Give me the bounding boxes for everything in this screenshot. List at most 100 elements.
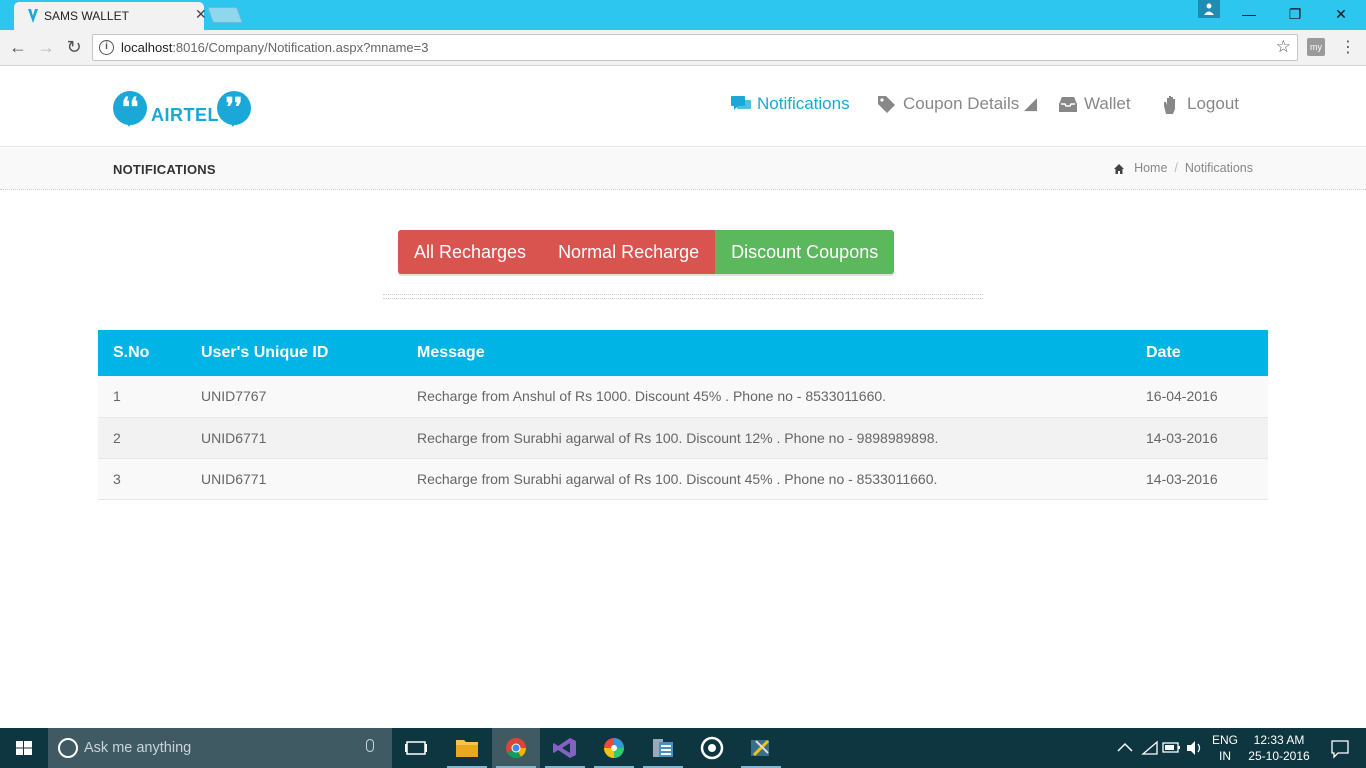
new-tab-button[interactable]: [207, 7, 243, 23]
breadcrumb-separator: /: [1174, 161, 1178, 175]
url-path: :8016/Company/Notification.aspx?mname=3: [172, 40, 429, 55]
nav-wallet[interactable]: Wallet: [1058, 94, 1131, 114]
file-explorer-button[interactable]: [443, 728, 491, 768]
table-row: 1 UNID7767 Recharge from Anshul of Rs 10…: [98, 376, 1268, 418]
hand-icon: [1161, 95, 1181, 114]
chat-bubbles-icon: [731, 95, 751, 113]
discount-coupons-button[interactable]: Discount Coupons: [715, 230, 895, 274]
chrome-icon: [506, 738, 527, 759]
breadcrumb-bar: NOTIFICATIONS Home / Notifications: [0, 148, 1366, 190]
browser-menu-icon[interactable]: ⋮: [1340, 37, 1356, 57]
nav-wallet-label: Wallet: [1084, 94, 1131, 113]
all-recharges-button[interactable]: All Recharges: [398, 230, 543, 274]
visual-studio-icon: [553, 738, 576, 758]
microphone-icon[interactable]: [366, 739, 374, 752]
server-app-button[interactable]: [639, 728, 687, 768]
column-header-date: Date: [1131, 330, 1268, 376]
task-view-button[interactable]: [392, 728, 440, 768]
column-header-unique-id: User's Unique ID: [186, 330, 402, 376]
site-favicon-icon: [28, 9, 38, 23]
folder-icon: [456, 740, 478, 757]
chrome-taskbar-button[interactable]: [492, 728, 540, 768]
battery-icon[interactable]: [1160, 728, 1184, 768]
photos-app-button[interactable]: [590, 728, 638, 768]
clock-date: 25-10-2016: [1248, 749, 1310, 763]
minimize-icon[interactable]: —: [1226, 0, 1272, 30]
breadcrumb-home-link[interactable]: Home: [1134, 161, 1167, 175]
cell-date: 14-03-2016: [1131, 417, 1268, 459]
clock[interactable]: 12:33 AM 25-10-2016: [1246, 728, 1312, 768]
url-text: localhost:8016/Company/Notification.aspx…: [121, 40, 429, 55]
server-tool-icon: [653, 739, 673, 757]
cell-message: Recharge from Surabhi agarwal of Rs 100.…: [402, 417, 1131, 459]
home-icon: [1114, 163, 1125, 174]
cell-unique-id: UNID6771: [186, 417, 402, 459]
recharge-filter-group: All Recharges Normal Recharge Discount C…: [398, 230, 895, 274]
inbox-icon: [1058, 95, 1078, 113]
logo-text: AIRTEL: [151, 105, 219, 125]
cell-message: Recharge from Surabhi agarwal of Rs 100.…: [402, 458, 1131, 500]
build-tool-button[interactable]: [737, 728, 785, 768]
section-divider: [383, 294, 983, 299]
reload-icon[interactable]: ↻: [63, 37, 85, 59]
quote-right-icon: ❜❜: [217, 91, 251, 127]
url-host: localhost: [121, 40, 173, 55]
nav-notifications[interactable]: Notifications: [731, 94, 850, 114]
nav-logout[interactable]: Logout: [1161, 94, 1239, 114]
record-icon: [700, 736, 724, 760]
back-icon[interactable]: ←: [7, 37, 29, 59]
site-info-icon[interactable]: i: [99, 40, 114, 55]
cell-date: 14-03-2016: [1131, 458, 1268, 500]
windows-taskbar: Ask me anything ENG IN 12:33 AM 25-10-20…: [0, 728, 1366, 768]
cortana-icon: [58, 738, 78, 758]
visual-studio-button[interactable]: [541, 728, 589, 768]
address-bar[interactable]: i localhost:8016/Company/Notification.as…: [92, 34, 1298, 61]
network-wifi-icon[interactable]: [1138, 728, 1162, 768]
breadcrumb-current: Notifications: [1184, 161, 1253, 175]
browser-tab[interactable]: SAMS WALLET ✕: [14, 2, 207, 30]
bookmark-star-icon[interactable]: ☆: [1276, 37, 1291, 57]
windows-logo-icon: [16, 741, 32, 755]
cell-unique-id: UNID7767: [186, 376, 402, 418]
cell-message: Recharge from Anshul of Rs 1000. Discoun…: [402, 376, 1131, 418]
cell-sno: 2: [98, 417, 186, 459]
input-language-indicator[interactable]: ENG IN: [1210, 728, 1240, 768]
task-view-icon: [405, 741, 427, 755]
action-center-icon[interactable]: [1320, 728, 1360, 768]
search-placeholder: Ask me anything: [84, 740, 192, 756]
profile-icon[interactable]: [1198, 0, 1220, 18]
extension-icon[interactable]: my: [1307, 38, 1325, 56]
quote-left-icon: ❛❛: [113, 91, 147, 127]
show-hidden-icons-chevron-icon[interactable]: [1114, 728, 1136, 768]
table-header-row: S.No User's Unique ID Message Date: [98, 330, 1268, 376]
close-window-icon[interactable]: ✕: [1318, 0, 1364, 30]
region-label: IN: [1219, 749, 1231, 763]
page-title: NOTIFICATIONS: [113, 162, 216, 177]
photos-icon: [604, 738, 624, 758]
start-button[interactable]: [0, 728, 48, 768]
cell-unique-id: UNID6771: [186, 458, 402, 500]
cell-sno: 3: [98, 458, 186, 500]
browser-tab-strip: SAMS WALLET ✕ — ❐ ✕: [0, 0, 1366, 30]
column-header-sno: S.No: [98, 330, 186, 376]
tab-close-icon[interactable]: ✕: [195, 6, 207, 23]
tag-icon: [877, 95, 897, 113]
cell-date: 16-04-2016: [1131, 376, 1268, 418]
language-label: ENG: [1211, 733, 1238, 747]
forward-icon[interactable]: →: [35, 37, 57, 59]
tab-title: SAMS WALLET: [44, 9, 129, 23]
tools-icon: [751, 739, 770, 757]
nav-coupon-details[interactable]: Coupon Details ◢: [877, 94, 1037, 114]
volume-icon[interactable]: [1184, 728, 1206, 768]
browser-toolbar: ← → ↻ i localhost:8016/Company/Notificat…: [0, 30, 1366, 66]
breadcrumb: Home / Notifications: [1114, 161, 1253, 175]
nav-notifications-label: Notifications: [757, 94, 850, 113]
table-row: 2 UNID6771 Recharge from Surabhi agarwal…: [98, 417, 1268, 459]
table-row: 3 UNID6771 Recharge from Surabhi agarwal…: [98, 458, 1268, 500]
media-app-button[interactable]: [688, 728, 736, 768]
normal-recharge-button[interactable]: Normal Recharge: [542, 230, 716, 274]
nav-logout-label: Logout: [1187, 94, 1239, 113]
restore-icon[interactable]: ❐: [1272, 0, 1318, 30]
notifications-table: S.No User's Unique ID Message Date 1 UNI…: [98, 330, 1268, 500]
cortana-search-box[interactable]: Ask me anything: [48, 728, 392, 768]
